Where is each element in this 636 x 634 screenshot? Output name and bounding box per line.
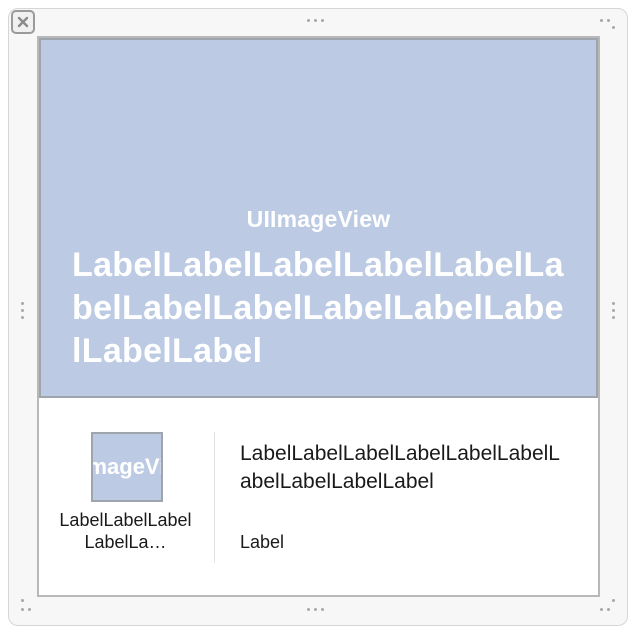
interface-builder-canvas: UIImageView LabelLabelLabelLabelLabelLab…	[0, 0, 636, 634]
cell-divider	[214, 432, 215, 563]
bottom-right-resize-handle-vertical[interactable]	[612, 599, 615, 602]
top-resize-handle[interactable]	[307, 19, 324, 22]
hero-image-view-caption: UIImageView	[246, 206, 391, 232]
cell-subtitle-label[interactable]: Label	[240, 530, 284, 554]
hero-label[interactable]: LabelLabelLabelLabelLabelLabelLabelLabel…	[72, 244, 572, 373]
close-button[interactable]	[11, 10, 35, 34]
hero-image-view[interactable]: UIImageView LabelLabelLabelLabelLabelLab…	[39, 38, 598, 398]
bottom-resize-handle[interactable]	[307, 608, 324, 611]
thumbnail-image-view[interactable]: UIImageView	[91, 432, 163, 502]
close-x-icon	[17, 16, 29, 28]
bottom-right-resize-handle[interactable]	[600, 608, 610, 611]
top-right-resize-handle-vertical[interactable]	[612, 26, 615, 29]
thumbnail-image-view-caption: UIImageView	[93, 454, 161, 479]
top-right-resize-handle[interactable]	[600, 19, 610, 22]
cell-title-label[interactable]: LabelLabelLabelLabelLabelLabelLabelLabel…	[240, 440, 565, 496]
bottom-left-resize-handle-vertical[interactable]	[21, 599, 24, 602]
left-resize-handle[interactable]	[21, 302, 24, 319]
thumbnail-label[interactable]: LabelLabelLabelLabelLa…	[58, 509, 193, 553]
right-resize-handle[interactable]	[612, 302, 615, 319]
bottom-left-resize-handle[interactable]	[21, 608, 31, 611]
